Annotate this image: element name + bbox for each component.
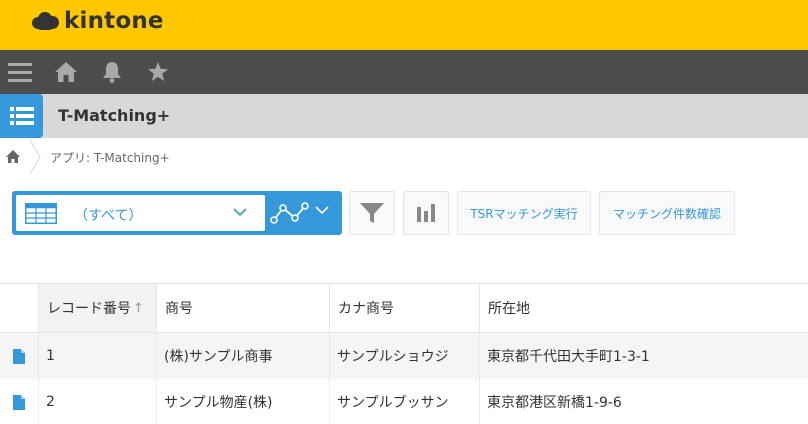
column-header-address[interactable]: 所在地 bbox=[479, 284, 808, 332]
app-header: T-Matching+ bbox=[0, 94, 808, 138]
table-view-icon bbox=[25, 203, 57, 224]
breadcrumb-home-icon[interactable] bbox=[5, 149, 21, 165]
cell-company-kana: サンプルショウジ bbox=[337, 349, 449, 365]
filter-button[interactable] bbox=[349, 191, 395, 235]
graph-icon bbox=[270, 202, 309, 224]
sort-ascending-icon: ↑ bbox=[133, 300, 144, 316]
chevron-down-icon bbox=[233, 208, 247, 217]
breadcrumb: アプリ: T-Matching+ bbox=[0, 138, 808, 176]
bell-icon[interactable] bbox=[92, 50, 132, 94]
cell-company-kana: サンプルブッサン bbox=[337, 395, 449, 411]
app-list-icon[interactable] bbox=[0, 94, 43, 138]
column-header-label: レコード番号 bbox=[47, 301, 131, 317]
matching-count-button[interactable]: マッチング件数確認 bbox=[599, 191, 735, 235]
breadcrumb-app-link[interactable]: アプリ: T-Matching+ bbox=[50, 149, 170, 166]
logo-text: kintone bbox=[64, 8, 164, 34]
cloud-logo-icon bbox=[30, 10, 60, 32]
cell-address: 東京都千代田大手町1-3-1 bbox=[487, 349, 650, 365]
brand-bar: kintone bbox=[0, 0, 808, 50]
app-title: T-Matching+ bbox=[58, 106, 171, 125]
graph-button[interactable] bbox=[265, 191, 315, 235]
column-header-company-kana[interactable]: カナ商号 bbox=[329, 284, 479, 332]
home-icon[interactable] bbox=[46, 50, 86, 94]
graph-chart-button[interactable] bbox=[403, 191, 449, 235]
column-header-record-number[interactable]: レコード番号 ↑ bbox=[38, 284, 156, 332]
cell-record-number: 1 bbox=[46, 348, 55, 364]
view-dropdown[interactable]: （すべて） bbox=[16, 195, 265, 231]
cell-company-name: サンプル物産(株) bbox=[164, 395, 273, 411]
cell-company-name: (株)サンプル商事 bbox=[164, 349, 273, 365]
cell-record-number: 2 bbox=[46, 394, 55, 410]
table-row: 2 サンプル物産(株) サンプルブッサン 東京都港区新橋1-9-6 bbox=[0, 379, 808, 424]
column-header-company-name[interactable]: 商号 bbox=[156, 284, 329, 332]
record-detail-icon[interactable] bbox=[0, 379, 38, 424]
bar-chart-icon bbox=[417, 204, 435, 222]
graph-chevron-down-icon[interactable] bbox=[315, 205, 329, 215]
breadcrumb-separator bbox=[29, 140, 41, 174]
menu-icon[interactable] bbox=[0, 50, 40, 94]
global-nav-bar bbox=[0, 50, 808, 94]
view-selector: （すべて） bbox=[12, 191, 342, 235]
star-icon[interactable] bbox=[138, 50, 178, 94]
table-row: 1 (株)サンプル商事 サンプルショウジ 東京都千代田大手町1-3-1 bbox=[0, 333, 808, 379]
tsr-matching-button[interactable]: TSRマッチング実行 bbox=[457, 191, 591, 235]
filter-icon bbox=[360, 203, 384, 223]
cell-address: 東京都港区新橋1-9-6 bbox=[487, 395, 622, 411]
header-spacer bbox=[0, 284, 38, 332]
table-header-row: レコード番号 ↑ 商号 カナ商号 所在地 bbox=[0, 283, 808, 333]
kintone-logo[interactable]: kintone bbox=[30, 8, 164, 34]
record-detail-icon[interactable] bbox=[0, 333, 38, 379]
view-name: （すべて） bbox=[74, 208, 143, 224]
